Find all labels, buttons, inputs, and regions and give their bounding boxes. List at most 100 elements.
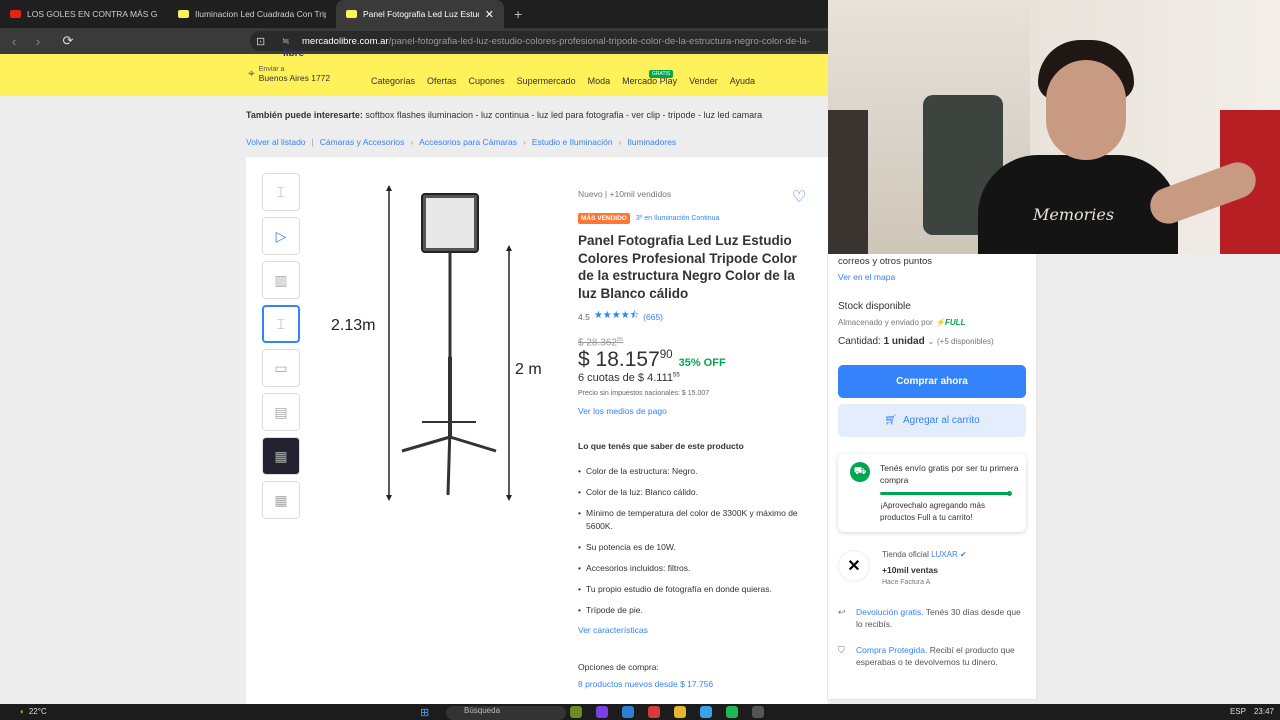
- buy-now-button[interactable]: Comprar ahora: [838, 365, 1026, 398]
- category-rank-link[interactable]: 3º en Iluminación Continua: [636, 215, 720, 222]
- verified-icon: ✔: [960, 550, 967, 559]
- also-label: También puede interesarte:: [246, 110, 363, 120]
- taskbar-search[interactable]: Búsqueda: [446, 706, 566, 720]
- app-icon[interactable]: [700, 706, 712, 718]
- purchase-options-label: Opciones de compra:: [578, 662, 659, 673]
- nav-vender[interactable]: Vender: [689, 76, 718, 86]
- free-return-link[interactable]: Devolución gratis.: [856, 607, 924, 617]
- installments: 6 cuotas de $ 4.11155: [578, 372, 680, 385]
- nav-categorias[interactable]: Categorías: [371, 76, 415, 86]
- nav-ayuda[interactable]: Ayuda: [730, 76, 755, 86]
- list-item: Mínimo de temperatura del color de 3300K…: [578, 507, 814, 533]
- folder-icon[interactable]: [674, 706, 686, 718]
- site-logo[interactable]: libre: [283, 48, 304, 59]
- browser-tab-2[interactable]: Iluminacion Led Cuadrada Con Tripode: [168, 0, 336, 28]
- product-condition: Nuevo | +10mil vendidos: [578, 189, 672, 199]
- thumbnail-video[interactable]: ▷: [262, 217, 300, 255]
- site-info-icon[interactable]: ≒: [282, 36, 290, 47]
- list-item: Tu propio estudio de fotografía en donde…: [578, 583, 814, 596]
- shield-icon: ⛉: [838, 645, 845, 655]
- tab-title: Iluminacion Led Cuadrada Con Tripode: [195, 9, 326, 19]
- tab-title: Panel Fotografia Led Luz Estudio: [363, 9, 479, 19]
- browser-tab-1[interactable]: LOS GOLES EN CONTRA MÁS GRACIOSOS: [0, 0, 168, 28]
- thumbnail-3[interactable]: ▥: [262, 261, 300, 299]
- store-invoice: Hace Factura A: [882, 579, 931, 586]
- list-item: Color de la estructura: Negro.: [578, 465, 814, 478]
- thumbnail-5[interactable]: ▭: [262, 349, 300, 387]
- back-icon[interactable]: ‹: [4, 34, 24, 49]
- quantity-selector[interactable]: Cantidad: 1 unidad ⌄ (+5 disponibles): [838, 336, 994, 347]
- current-price: $ 18.15790 35% OFF: [578, 348, 726, 372]
- windows-start-icon[interactable]: ⊞: [420, 706, 429, 719]
- tab-close-icon[interactable]: ✕: [485, 8, 494, 21]
- nav-ofertas[interactable]: Ofertas: [427, 76, 457, 86]
- address-bar[interactable]: ⊡ ≒ mercadolibre.com.ar/panel-fotografia…: [250, 31, 828, 51]
- product-highlights-title: Lo que tenés que saber de este producto: [578, 441, 744, 452]
- breadcrumb-item[interactable]: Estudio e Iluminación: [532, 137, 613, 147]
- nav-supermercado[interactable]: Supermercado: [517, 76, 576, 86]
- price-without-taxes: Precio sin impuestos nacionales: $ 15.00…: [578, 390, 710, 398]
- location-selector[interactable]: ⌖ Enviar a Buenos Aires 1772: [248, 66, 330, 83]
- seller-logo: ✕: [838, 550, 870, 582]
- add-to-cart-button[interactable]: 🛒︎ Agregar al carrito: [838, 404, 1026, 437]
- weather-widget[interactable]: ◐ 22°C: [20, 707, 47, 716]
- product-title: Panel Fotografia Led Luz Estudio Colores…: [578, 233, 798, 301]
- browser-toolbar: ‹ › ⟳ ⊡ ≒ mercadolibre.com.ar/panel-foto…: [0, 28, 828, 54]
- thumbnail-7[interactable]: ▦: [262, 437, 300, 475]
- location-value: Buenos Aires 1772: [258, 73, 331, 83]
- reload-icon[interactable]: ⟳: [58, 33, 78, 49]
- payment-methods-link[interactable]: Ver los medios de pago: [578, 406, 814, 416]
- dimension-height-stand: 2 m: [515, 361, 542, 378]
- list-item: Color de la luz: Blanco cálido.: [578, 486, 814, 499]
- language-indicator[interactable]: ESP: [1230, 707, 1246, 716]
- app-icon[interactable]: [570, 706, 582, 718]
- official-store-label: Tienda oficial LUXAR ✔: [882, 550, 967, 559]
- see-features-link[interactable]: Ver características: [578, 625, 814, 635]
- best-seller-badge: MÁS VENDIDO: [578, 213, 630, 224]
- protected-purchase-link[interactable]: Compra Protegida.: [856, 645, 927, 655]
- thumbnail-1[interactable]: ⌶: [262, 173, 300, 211]
- chevron-down-icon: ⌄: [927, 337, 935, 346]
- free-shipping-card: ⛟ Tenés envío gratis por ser tu primera …: [838, 454, 1026, 532]
- app-icon[interactable]: [752, 706, 764, 718]
- map-link[interactable]: Ver en el mapa: [838, 272, 895, 282]
- list-item: Trípode de pie.: [578, 604, 814, 617]
- rating-stars-icon: ★★★★⯪: [593, 310, 640, 321]
- youtube-favicon-icon: [10, 10, 21, 18]
- thumbnail-selected[interactable]: ⌶: [262, 305, 300, 343]
- store-name-link[interactable]: LUXAR: [931, 550, 958, 559]
- review-count[interactable]: (665): [643, 312, 663, 322]
- play-icon: ▷: [275, 227, 287, 244]
- spotify-icon[interactable]: [726, 706, 738, 718]
- browser-tab-3[interactable]: Panel Fotografia Led Luz Estudio ✕: [336, 0, 504, 28]
- forward-icon[interactable]: ›: [28, 34, 48, 49]
- thumbnail-8[interactable]: ▦: [262, 481, 300, 519]
- location-label: Enviar a: [258, 66, 285, 73]
- app-icon[interactable]: [648, 706, 660, 718]
- product-info: Nuevo | +10mil vendidos MÁS VENDIDO 3º e…: [578, 189, 814, 689]
- mercadolibre-favicon-icon: [346, 10, 357, 18]
- protected-purchase-policy: ⛉ Compra Protegida. Recibí el producto q…: [838, 645, 1015, 667]
- also-links[interactable]: softbox flashes iluminacion - luz contin…: [365, 110, 762, 120]
- nav-cupones[interactable]: Cupones: [469, 76, 505, 86]
- app-icon[interactable]: [596, 706, 608, 718]
- clock[interactable]: 23:47: [1254, 707, 1274, 716]
- quantity-value: 1 unidad: [883, 336, 925, 347]
- nav-moda[interactable]: Moda: [588, 76, 611, 86]
- product-main-image[interactable]: [326, 177, 566, 507]
- shirt-print: Memories: [1033, 205, 1115, 224]
- buy-box: correos y otros puntos Ver en el mapa St…: [827, 254, 1037, 700]
- thumbnail-list: ⌶ ▷ ▥ ⌶ ▭ ▤ ▦ ▦: [262, 173, 302, 525]
- product-rating[interactable]: 4.5 ★★★★⯪ (665): [578, 308, 814, 325]
- os-taskbar: ◐ 22°C ⊞ Búsqueda ESP 23:47: [0, 704, 1280, 720]
- purchase-options-link[interactable]: 8 productos nuevos desde $ 17.756: [578, 679, 814, 689]
- breadcrumb-item[interactable]: Accesorios para Cámaras: [419, 137, 517, 147]
- product-badges: MÁS VENDIDO 3º en Iluminación Continua: [578, 213, 814, 224]
- breadcrumb-item[interactable]: Cámaras y Accesorios: [320, 137, 405, 147]
- app-icon[interactable]: [622, 706, 634, 718]
- new-tab-icon[interactable]: +: [504, 6, 532, 22]
- breadcrumb-item[interactable]: Iluminadores: [627, 137, 676, 147]
- thumbnail-6[interactable]: ▤: [262, 393, 300, 431]
- bookmark-icon[interactable]: ⊡: [256, 35, 265, 48]
- breadcrumb-back[interactable]: Volver al listado: [246, 137, 306, 147]
